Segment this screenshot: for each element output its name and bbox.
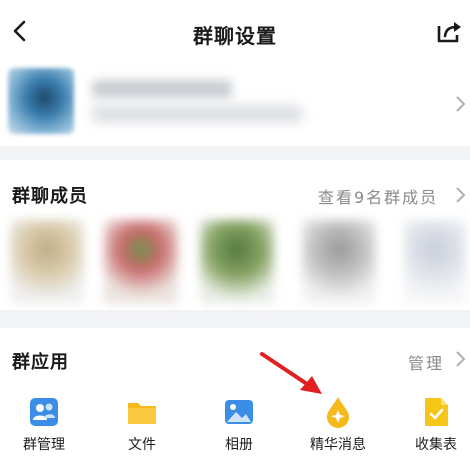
photo-album-icon [225,400,253,424]
member-avatar[interactable] [302,220,376,304]
collect-form-icon [425,398,448,426]
chevron-right-icon[interactable] [454,350,466,368]
top-navigation-bar: 群聊设置 [0,0,470,62]
annotation-arrow-icon [260,352,322,394]
group-manage-icon [30,398,58,426]
app-collect-form[interactable]: 收集表 [396,392,470,453]
app-label: 精华消息 [310,437,366,453]
chevron-right-icon[interactable] [454,186,466,204]
app-label: 收集表 [415,437,457,453]
essence-drop-icon [327,397,349,428]
app-files[interactable]: 文件 [102,392,182,453]
member-avatar[interactable] [104,220,178,304]
view-all-members-link[interactable]: 查看9名群成员 [318,184,438,208]
group-avatar [8,68,74,134]
page-title: 群聊设置 [193,24,277,48]
share-icon[interactable] [436,20,462,44]
manage-apps-link[interactable]: 管理 [408,350,444,374]
chevron-right-icon [456,96,466,112]
app-essence-messages[interactable]: 精华消息 [298,392,378,453]
app-photo-album[interactable]: 相册 [199,392,279,453]
group-info-card[interactable] [0,62,470,146]
app-label: 群管理 [23,437,65,453]
group-name-blurred [92,80,232,98]
app-label: 文件 [128,437,156,453]
app-group-manage[interactable]: 群管理 [4,392,84,453]
members-section-title: 群聊成员 [12,186,88,207]
member-avatar[interactable] [10,220,84,304]
folder-icon [128,403,156,424]
member-avatar[interactable] [200,220,274,304]
member-avatar[interactable] [404,220,466,304]
group-detail-blurred [92,106,302,122]
apps-section-title: 群应用 [12,352,69,373]
app-label: 相册 [225,437,253,453]
